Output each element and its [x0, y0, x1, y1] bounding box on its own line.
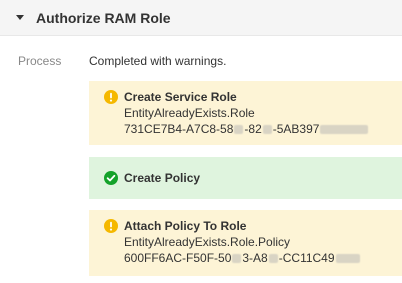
process-label: Process [18, 54, 62, 68]
check-circle-icon [104, 171, 118, 185]
step-message: EntityAlreadyExists.Role.Policy [124, 235, 291, 249]
step-message: EntityAlreadyExists.Role [124, 106, 255, 120]
step-title: Create Service Role [124, 90, 237, 104]
request-id: 731CE7B4-A7C8-58 -82 -5AB397 [104, 121, 390, 137]
section-title: Authorize RAM Role [36, 9, 171, 26]
request-id-part: 600FF6AC-F50F-50 [124, 251, 232, 265]
warning-icon [104, 219, 118, 233]
request-id-part: 731CE7B4-A7C8-58 [124, 122, 234, 136]
request-id-part: -82 [244, 122, 262, 136]
step-title: Attach Policy To Role [124, 219, 247, 233]
step-create-policy: Create Policy [89, 157, 402, 199]
process-status: Completed with warnings. [89, 54, 227, 68]
warning-icon [104, 90, 118, 104]
request-id-part: 3-A8 [242, 251, 268, 265]
step-create-service-role: Create Service Role EntityAlreadyExists.… [89, 81, 402, 145]
section-header[interactable]: Authorize RAM Role [0, 0, 402, 36]
request-id: 600FF6AC-F50F-50 3-A8 -CC11C49 [104, 250, 390, 266]
request-id-part: -CC11C49 [278, 251, 335, 265]
step-title: Create Policy [124, 171, 201, 185]
step-attach-policy-to-role: Attach Policy To Role EntityAlreadyExist… [89, 210, 402, 276]
caret-down-icon[interactable] [16, 15, 24, 20]
request-id-part: -5AB397 [272, 122, 320, 136]
